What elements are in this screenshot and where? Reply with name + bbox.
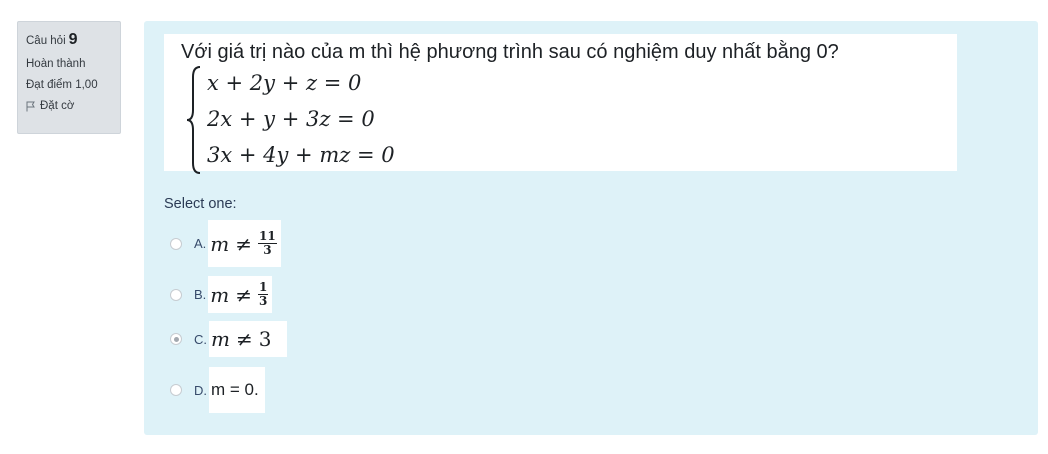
question-number-row: Câu hỏi 9 — [26, 31, 120, 49]
answer-option-b[interactable]: B. m ≠ 1 3 — [170, 276, 273, 313]
equation-2: 2x + y + 3z = 0 — [207, 107, 375, 131]
question-formulation: Với giá trị nào của m thì hệ phương trìn… — [144, 21, 1038, 435]
question-text: Với giá trị nào của m thì hệ phương trìn… — [181, 41, 839, 63]
flag-icon — [26, 101, 36, 112]
answer-option-a[interactable]: A. m ≠ 11 3 — [170, 220, 281, 267]
answer-option-c[interactable]: C. m ≠ 3 — [170, 321, 288, 357]
option-b-numerator: 1 — [258, 280, 269, 295]
option-c-var: m — [211, 327, 230, 351]
option-b-denominator: 3 — [259, 294, 268, 308]
question-status: Hoàn thành — [26, 58, 86, 70]
option-c-letter: C. — [194, 331, 207, 347]
option-a-fraction: 11 3 — [258, 230, 277, 257]
option-d-content[interactable]: m = 0. — [209, 367, 265, 413]
equation-1: x + 2y + z = 0 — [207, 71, 362, 95]
question-label: Câu hỏi — [26, 35, 66, 47]
option-b-radio[interactable] — [170, 288, 182, 301]
option-c-content[interactable]: m ≠ 3 — [209, 321, 288, 357]
equation-3: 3x + 4y + mz = 0 — [207, 143, 395, 167]
answer-option-d[interactable]: D. m = 0. — [170, 367, 265, 413]
question-number: 9 — [68, 31, 78, 48]
option-a-letter: A. — [194, 236, 207, 251]
option-a-denominator: 3 — [263, 243, 272, 257]
option-a-content[interactable]: m ≠ 11 3 — [208, 220, 281, 267]
option-a-var: m — [210, 231, 230, 256]
option-b-op: ≠ — [235, 282, 253, 307]
system-brace — [186, 66, 201, 174]
select-one-prompt: Select one: — [164, 196, 237, 212]
question-info-panel: Câu hỏi 9 Hoàn thành Đạt điểm 1,00 Đặt c… — [17, 21, 121, 134]
equation-system: x + 2y + z = 0 2x + y + 3z = 0 3x + 4y +… — [207, 65, 395, 173]
option-a-numerator: 11 — [258, 229, 277, 244]
option-c-op: ≠ — [235, 327, 253, 351]
option-d-letter: D. — [194, 382, 207, 398]
option-a-op: ≠ — [235, 231, 253, 256]
option-a-radio[interactable] — [170, 237, 182, 250]
option-b-var: m — [210, 282, 230, 307]
question-grade: Đạt điểm 1,00 — [26, 79, 98, 91]
option-c-value: 3 — [258, 327, 272, 351]
option-b-content[interactable]: m ≠ 1 3 — [208, 276, 273, 313]
option-d-radio[interactable] — [170, 384, 182, 396]
option-b-letter: B. — [194, 287, 207, 302]
flag-label: Đặt cờ — [40, 100, 75, 112]
option-b-fraction: 1 3 — [258, 280, 269, 308]
question-text-box: Với giá trị nào của m thì hệ phương trìn… — [164, 34, 957, 174]
flag-question-button[interactable]: Đặt cờ — [26, 100, 120, 112]
option-c-radio[interactable] — [170, 333, 182, 345]
